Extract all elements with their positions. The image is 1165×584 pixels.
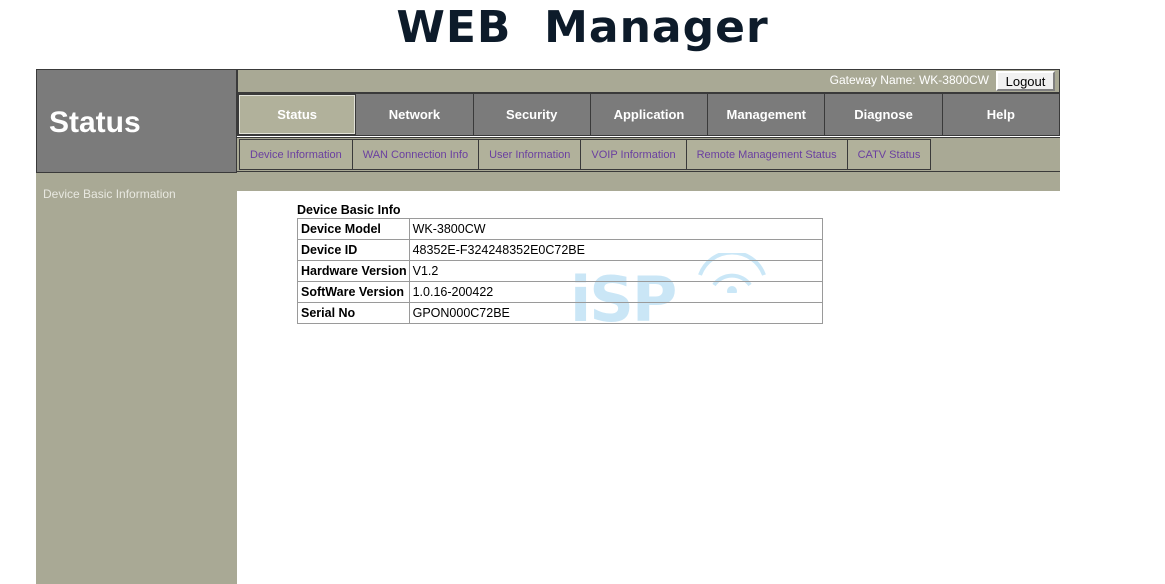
- table-row: Device Model WK-3800CW: [297, 218, 824, 240]
- tab-help[interactable]: Help: [942, 94, 1059, 135]
- gateway-name-label: Gateway Name: WK-3800CW: [829, 73, 989, 87]
- top-bar: Gateway Name: WK-3800CW Logout: [237, 69, 1060, 93]
- table-caption: Device Basic Info: [297, 203, 401, 217]
- sub-navigation: Device Information WAN Connection Info U…: [237, 137, 1060, 172]
- row-label: Serial No: [297, 302, 410, 324]
- subtab-wan-connection-info[interactable]: WAN Connection Info: [352, 139, 480, 170]
- tab-application[interactable]: Application: [590, 94, 709, 135]
- content-area: iSP Device Basic Info Device Model WK-38…: [237, 191, 1165, 584]
- sub-navigation-list: Device Information WAN Connection Info U…: [239, 139, 932, 170]
- row-label: SoftWare Version: [297, 281, 410, 303]
- tab-network[interactable]: Network: [356, 94, 474, 135]
- main-navigation: Status Network Security Application Mana…: [237, 93, 1060, 136]
- row-value: WK-3800CW: [408, 218, 824, 240]
- table-row: Device ID 48352E-F324248352E0C72BE: [297, 239, 824, 261]
- row-value: 48352E-F324248352E0C72BE: [408, 239, 824, 261]
- page-title: WEB Manager: [396, 2, 769, 53]
- tab-management[interactable]: Management: [708, 94, 826, 135]
- row-label: Device Model: [297, 218, 410, 240]
- sidebar: Status Device Basic Information: [36, 69, 237, 584]
- sidebar-header: Status: [36, 69, 237, 173]
- row-value: GPON000C72BE: [408, 302, 824, 324]
- tab-status[interactable]: Status: [238, 94, 357, 135]
- device-basic-info-table: Device Model WK-3800CW Device ID 48352E-…: [297, 218, 824, 324]
- row-label: Hardware Version: [297, 260, 410, 282]
- navigation-strip: [237, 172, 1060, 191]
- table-row: Hardware Version V1.2: [297, 260, 824, 282]
- sidebar-item-device-basic-information[interactable]: Device Basic Information: [43, 187, 176, 201]
- table-row: Serial No GPON000C72BE: [297, 302, 824, 324]
- subtab-user-information[interactable]: User Information: [479, 139, 582, 170]
- table-row: SoftWare Version 1.0.16-200422: [297, 281, 824, 303]
- tab-diagnose[interactable]: Diagnose: [825, 94, 943, 135]
- row-value: 1.0.16-200422: [408, 281, 824, 303]
- subtab-device-information[interactable]: Device Information: [239, 139, 353, 170]
- logout-button[interactable]: Logout: [996, 71, 1055, 91]
- sidebar-heading: Status: [49, 106, 141, 139]
- tab-security[interactable]: Security: [473, 94, 591, 135]
- row-value: V1.2: [408, 260, 824, 282]
- subtab-voip-information[interactable]: VOIP Information: [581, 139, 687, 170]
- sidebar-body: [36, 173, 237, 584]
- row-label: Device ID: [297, 239, 410, 261]
- subtab-remote-management-status[interactable]: Remote Management Status: [686, 139, 848, 170]
- subtab-catv-status[interactable]: CATV Status: [847, 139, 932, 170]
